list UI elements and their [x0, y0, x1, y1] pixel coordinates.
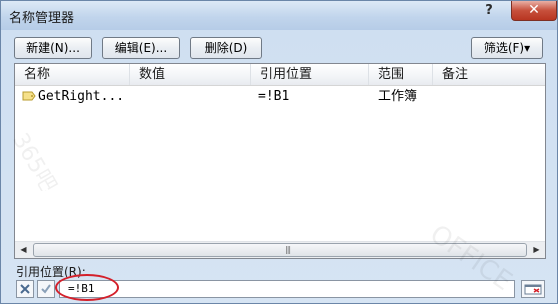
help-button[interactable]: ?	[477, 1, 501, 21]
row-name-cell: GetRight...	[22, 87, 132, 107]
scroll-left-arrow-icon[interactable]: ◀	[15, 242, 32, 258]
row-name: GetRight...	[38, 89, 125, 104]
names-list[interactable]: 名称 数值 引用位置 范围 备注 GetRight... =!B1 工作簿 ◀ …	[14, 63, 546, 259]
edit-button[interactable]: 编辑(E)...	[102, 37, 180, 59]
column-header-scope[interactable]: 范围	[369, 64, 433, 85]
collapse-dialog-icon	[524, 284, 542, 295]
confirm-check-icon	[41, 284, 51, 294]
dialog-title: 名称管理器	[9, 11, 75, 26]
collapse-dialog-button[interactable]	[521, 280, 545, 298]
list-header: 名称 数值 引用位置 范围 备注	[15, 64, 545, 86]
row-value	[140, 87, 250, 107]
filter-button[interactable]: 筛选(F)▾	[471, 37, 543, 59]
horizontal-scrollbar[interactable]: ◀ ||| ▶	[15, 241, 545, 258]
scroll-grip-icon: |||	[285, 245, 291, 254]
name-manager-dialog: 名称管理器 ? ✕ 新建(N)... 编辑(E)... 删除(D) 筛选(F)▾…	[0, 0, 558, 304]
row-scope: 工作簿	[378, 89, 418, 104]
confirm-button[interactable]	[37, 280, 55, 298]
close-button[interactable]: ✕	[511, 1, 557, 21]
name-tag-icon	[22, 91, 36, 101]
column-header-name[interactable]: 名称	[15, 64, 130, 85]
delete-button[interactable]: 删除(D)	[190, 37, 262, 59]
refers-to-label: 引用位置(R):	[16, 265, 86, 279]
scroll-thumb[interactable]: |||	[33, 243, 527, 257]
new-button[interactable]: 新建(N)...	[14, 37, 92, 59]
title-bar: 名称管理器 ? ✕	[1, 1, 557, 30]
cancel-x-icon	[20, 284, 30, 294]
row-refers-to: =!B1	[258, 89, 290, 104]
row-comment	[436, 87, 536, 107]
column-header-comment[interactable]: 备注	[433, 64, 545, 85]
cancel-button[interactable]	[16, 280, 34, 298]
column-header-value[interactable]: 数值	[130, 64, 251, 85]
column-header-refers-to[interactable]: 引用位置	[251, 64, 369, 85]
refers-to-input[interactable]: =!B1	[59, 280, 515, 298]
scroll-right-arrow-icon[interactable]: ▶	[528, 242, 545, 258]
table-row[interactable]: GetRight... =!B1 工作簿	[16, 87, 544, 107]
